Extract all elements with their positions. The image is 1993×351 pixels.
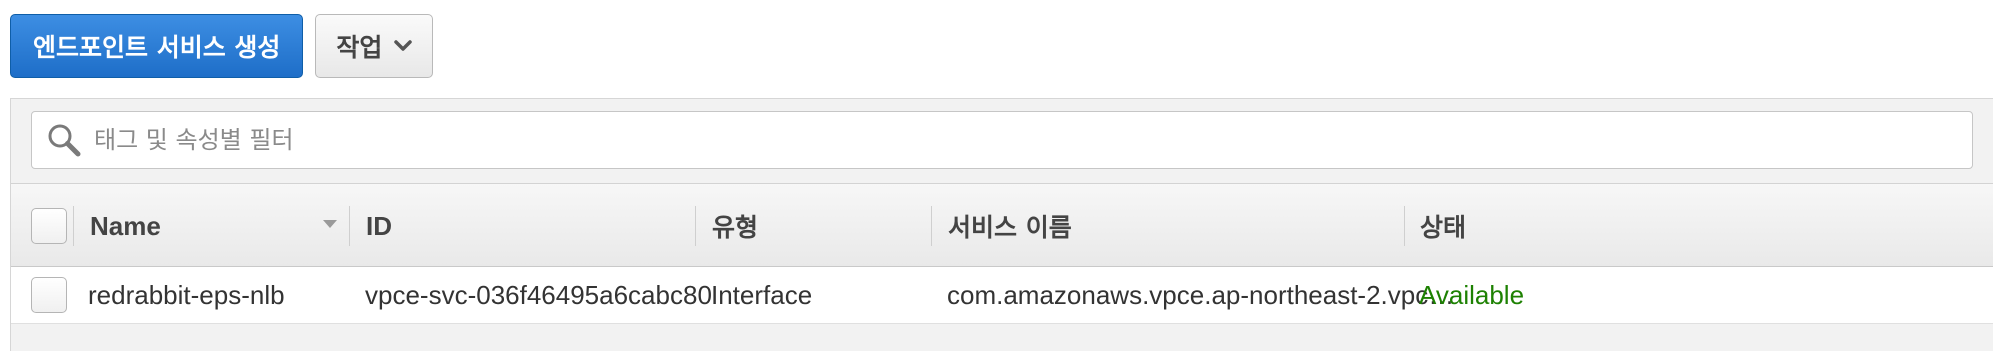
filter-search-input[interactable] — [92, 112, 1972, 168]
column-header-name[interactable]: Name — [90, 184, 161, 268]
column-header-service-name[interactable]: 서비스 이름 — [948, 184, 1072, 268]
column-divider — [349, 206, 350, 246]
column-divider — [931, 206, 932, 246]
column-header-type[interactable]: 유형 — [712, 184, 758, 268]
actions-label: 작업 — [336, 33, 383, 62]
row-select-checkbox[interactable] — [31, 277, 67, 313]
column-header-id[interactable]: ID — [366, 184, 392, 268]
column-divider — [695, 206, 696, 246]
sort-desc-icon[interactable] — [323, 220, 337, 228]
filter-search-box[interactable] — [31, 111, 1973, 169]
cell-service-name: com.amazonaws.vpce.ap-northeast-2.vpc… — [947, 280, 1455, 310]
cell-type: Interface — [711, 280, 813, 310]
cell-name: redrabbit-eps-nlb — [88, 280, 285, 310]
table-row[interactable]: redrabbit-eps-nlb vpce-svc-036f46495a6ca… — [11, 267, 1993, 324]
column-divider — [73, 206, 74, 246]
column-divider — [1404, 206, 1405, 246]
table-header: Name ID 유형 서비스 이름 상태 — [11, 183, 1993, 267]
create-endpoint-service-button[interactable]: 엔드포인트 서비스 생성 — [10, 14, 304, 78]
column-header-status[interactable]: 상태 — [1420, 184, 1466, 268]
actions-dropdown-button[interactable]: 작업 — [315, 14, 434, 78]
select-all-checkbox[interactable] — [31, 208, 67, 244]
cell-id: vpce-svc-036f46495a6cabc80 — [365, 280, 712, 310]
toolbar: 엔드포인트 서비스 생성 작업 — [10, 14, 434, 78]
status-badge: Available — [1419, 280, 1525, 310]
chevron-down-icon — [394, 40, 413, 51]
endpoint-services-panel: Name ID 유형 서비스 이름 상태 redrabbit-eps-nlb v… — [10, 98, 1993, 351]
search-icon — [42, 118, 86, 162]
